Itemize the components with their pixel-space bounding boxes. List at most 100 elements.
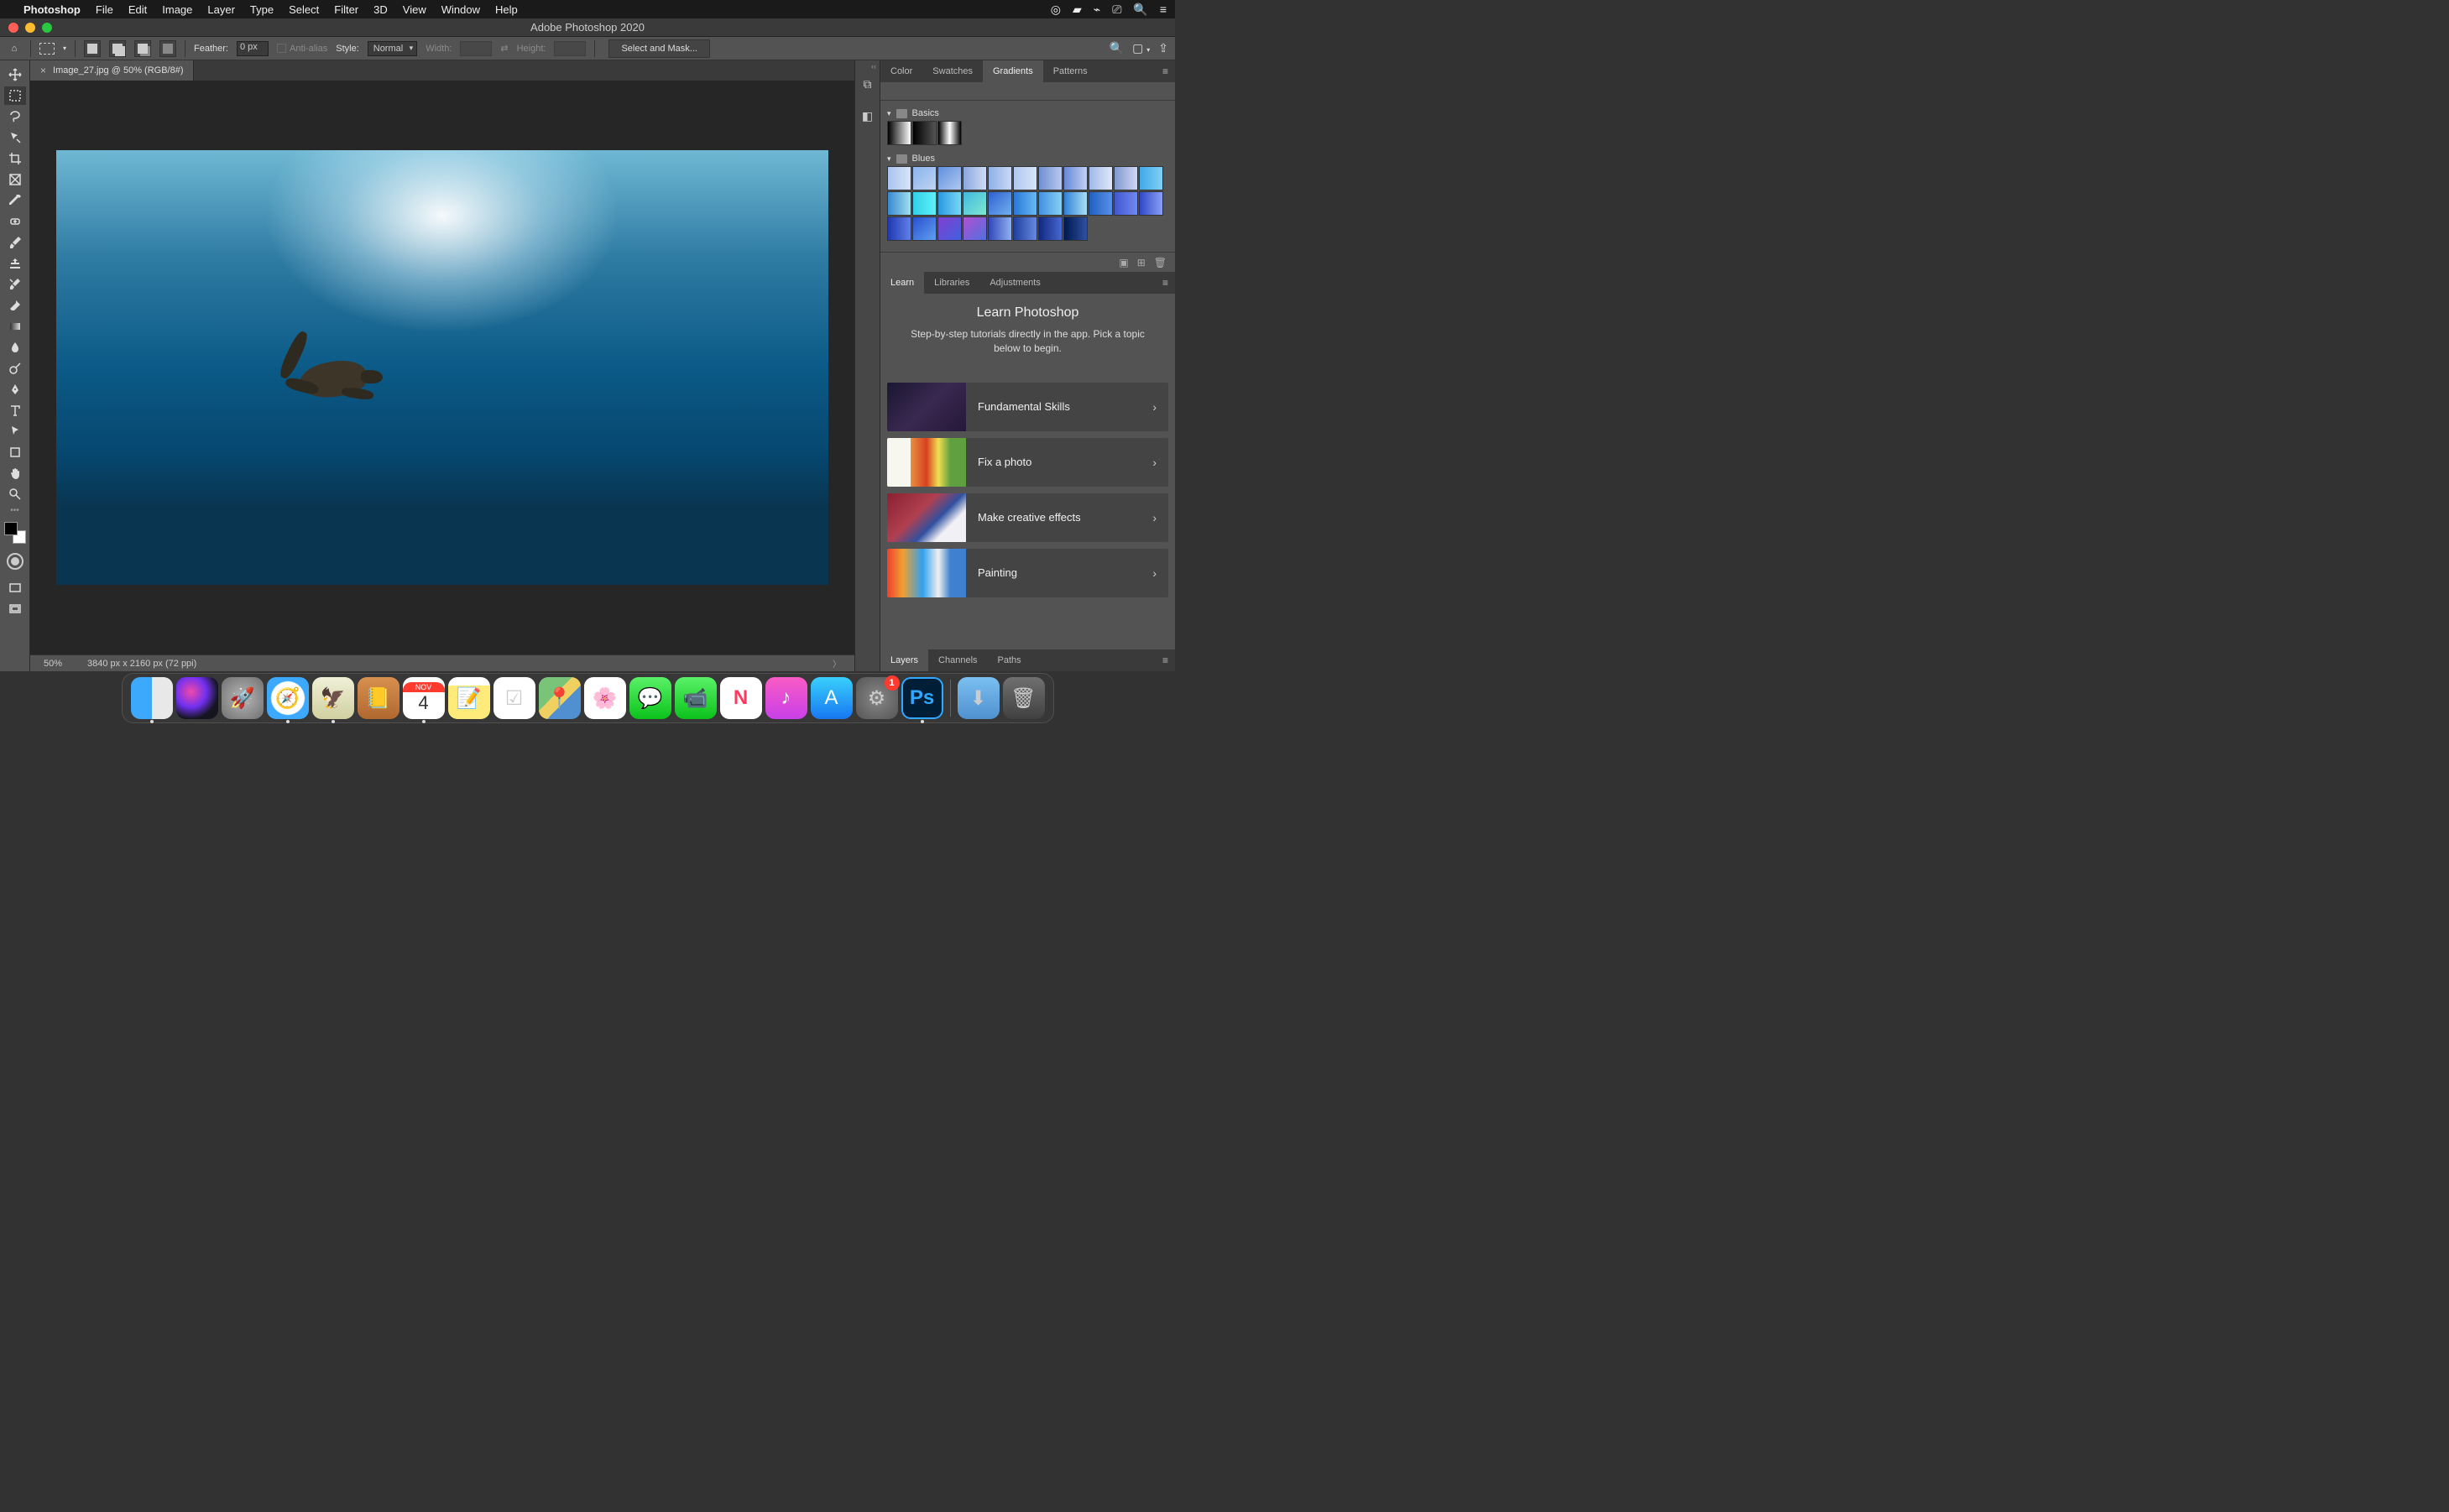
learn-item[interactable]: Painting›	[887, 549, 1168, 597]
move-tool[interactable]	[4, 65, 26, 84]
hand-tool[interactable]	[4, 464, 26, 482]
menu-3d[interactable]: 3D	[373, 3, 388, 16]
marquee-preset-icon[interactable]	[39, 43, 55, 55]
gradient-swatch[interactable]	[1063, 166, 1088, 190]
menu-image[interactable]: Image	[162, 3, 192, 16]
close-tab-icon[interactable]: ×	[40, 65, 46, 76]
gradient-swatch[interactable]	[963, 166, 987, 190]
select-and-mask-button[interactable]: Select and Mask...	[608, 39, 710, 58]
dock-photoshop[interactable]: Ps	[901, 677, 943, 719]
panel-menu-icon[interactable]: ≡	[1156, 65, 1175, 77]
share-icon[interactable]: ⇪	[1158, 41, 1168, 55]
status-menu-icon[interactable]: 〉	[833, 657, 841, 670]
dock-downloads[interactable]: ⬇	[958, 677, 1000, 719]
gradient-swatch[interactable]	[963, 216, 987, 241]
history-panel-icon[interactable]: ⧉	[859, 76, 876, 92]
gradient-swatch[interactable]	[988, 166, 1012, 190]
menu-view[interactable]: View	[403, 3, 426, 16]
dock-news[interactable]: N	[720, 677, 762, 719]
tab-gradients[interactable]: Gradients	[983, 60, 1043, 82]
gradient-group-label[interactable]: Basics	[912, 108, 939, 118]
dock-messages[interactable]: 💬	[629, 677, 671, 719]
cc-icon[interactable]: ◎	[1051, 3, 1061, 17]
blur-tool[interactable]	[4, 338, 26, 357]
gradient-swatch[interactable]	[1139, 166, 1163, 190]
gradient-swatch[interactable]	[912, 121, 937, 145]
tab-swatches[interactable]: Swatches	[922, 60, 983, 82]
tab-learn[interactable]: Learn	[880, 272, 924, 294]
dock-trash[interactable]: 🗑	[1003, 677, 1045, 719]
tab-libraries[interactable]: Libraries	[924, 272, 979, 294]
quick-select-tool[interactable]	[4, 128, 26, 147]
canvas-viewport[interactable]	[30, 81, 854, 654]
gradient-swatch[interactable]	[912, 216, 937, 241]
crop-tool[interactable]	[4, 149, 26, 168]
menu-file[interactable]: File	[96, 3, 113, 16]
gradient-swatch[interactable]	[1038, 166, 1063, 190]
learn-item[interactable]: Make creative effects›	[887, 493, 1168, 542]
displays-icon[interactable]: ⎚	[1112, 3, 1121, 17]
tab-patterns[interactable]: Patterns	[1043, 60, 1098, 82]
gradient-group-label[interactable]: Blues	[912, 154, 936, 164]
chat-icon[interactable]: ▰	[1073, 3, 1082, 17]
gradient-swatch[interactable]	[1013, 191, 1037, 216]
dock-reminders[interactable]: ☑	[493, 677, 535, 719]
add-selection-button[interactable]	[109, 40, 126, 57]
zoom-tool[interactable]	[4, 485, 26, 503]
gradient-swatch[interactable]	[1114, 191, 1138, 216]
eraser-tool[interactable]	[4, 296, 26, 315]
new-item-icon[interactable]: ⊞	[1137, 257, 1146, 269]
dock-calendar[interactable]: NOV4	[403, 677, 445, 719]
history-brush-tool[interactable]	[4, 275, 26, 294]
dodge-tool[interactable]	[4, 359, 26, 378]
app-menu[interactable]: Photoshop	[23, 3, 81, 16]
shape-tool[interactable]	[4, 443, 26, 461]
properties-panel-icon[interactable]: ◧	[859, 107, 876, 124]
collapse-chevron-icon[interactable]: ‹‹	[871, 62, 876, 70]
dock-launchpad[interactable]: 🚀	[222, 677, 264, 719]
gradient-swatch[interactable]	[1013, 166, 1037, 190]
menu-type[interactable]: Type	[250, 3, 274, 16]
lasso-tool[interactable]	[4, 107, 26, 126]
gradient-swatch[interactable]	[887, 121, 911, 145]
document-tab[interactable]: × Image_27.jpg @ 50% (RGB/8#)	[30, 60, 194, 81]
delete-icon[interactable]: 🗑	[1154, 257, 1167, 269]
gradient-swatch[interactable]	[1013, 216, 1037, 241]
marquee-tool[interactable]	[4, 86, 26, 105]
chevron-down-icon[interactable]: ▾	[887, 154, 891, 164]
panel-menu-icon[interactable]: ≡	[1156, 654, 1175, 666]
style-select[interactable]: Normal	[368, 41, 417, 56]
gradient-swatch[interactable]	[1089, 166, 1113, 190]
dock-facetime[interactable]: 📹	[675, 677, 717, 719]
tab-paths[interactable]: Paths	[988, 649, 1031, 671]
gradient-swatch[interactable]	[1038, 216, 1063, 241]
learn-item[interactable]: Fundamental Skills›	[887, 383, 1168, 431]
menu-window[interactable]: Window	[441, 3, 480, 16]
gradient-swatch[interactable]	[937, 166, 962, 190]
dock-contacts[interactable]: 📒	[358, 677, 399, 719]
gradient-swatch[interactable]	[1139, 191, 1163, 216]
menu-help[interactable]: Help	[495, 3, 518, 16]
dimensions-readout[interactable]: 3840 px x 2160 px (72 ppi)	[87, 659, 196, 669]
gradient-swatch[interactable]	[937, 191, 962, 216]
color-swatches[interactable]	[4, 522, 26, 544]
pen-tool[interactable]	[4, 380, 26, 399]
spotlight-icon[interactable]: 🔍	[1133, 3, 1147, 17]
tab-layers[interactable]: Layers	[880, 649, 928, 671]
gradient-swatch[interactable]	[937, 216, 962, 241]
tab-adjustments[interactable]: Adjustments	[979, 272, 1051, 294]
search-icon[interactable]: 🔍	[1110, 41, 1124, 55]
gradient-swatch[interactable]	[887, 216, 911, 241]
new-group-icon[interactable]: ▣	[1119, 257, 1128, 269]
dock-maps[interactable]: 📍	[539, 677, 581, 719]
screen-mode-2-button[interactable]	[4, 600, 26, 618]
dock-photos[interactable]: 🌸	[584, 677, 626, 719]
tool-icon[interactable]: ⌁	[1094, 3, 1100, 17]
workspace-icon[interactable]: ▢ ▾	[1132, 41, 1150, 55]
menu-select[interactable]: Select	[289, 3, 319, 16]
new-selection-button[interactable]	[84, 40, 101, 57]
gradient-swatch[interactable]	[1114, 166, 1138, 190]
type-tool[interactable]	[4, 401, 26, 420]
gradient-swatch[interactable]	[887, 191, 911, 216]
clone-stamp-tool[interactable]	[4, 254, 26, 273]
